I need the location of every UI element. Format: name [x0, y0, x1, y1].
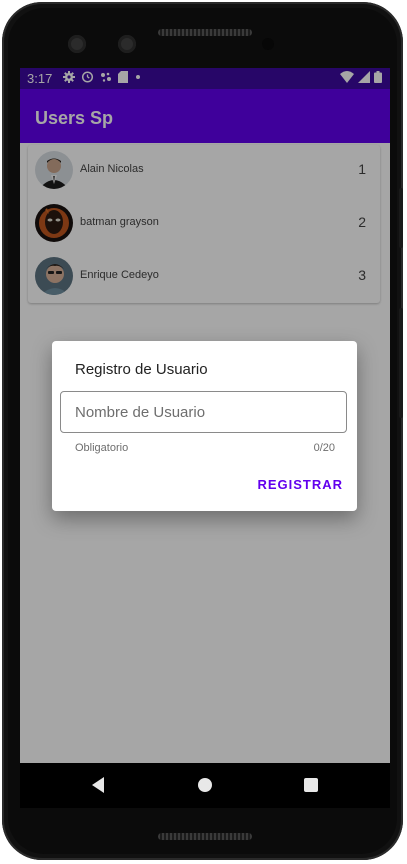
- dialog-title: Registro de Usuario: [75, 361, 208, 378]
- front-camera-icon: [68, 35, 86, 53]
- phone-frame: 3:17 Users Sp Alain Nicolas 1 batman gra…: [2, 2, 403, 860]
- front-camera-icon: [118, 35, 136, 53]
- bottom-speaker: [158, 833, 252, 840]
- screen: 3:17 Users Sp Alain Nicolas 1 batman gra…: [20, 68, 390, 808]
- character-counter: 0/20: [313, 442, 335, 454]
- register-dialog: Registro de Usuario Nombre de Usuario Ob…: [52, 341, 357, 511]
- proximity-sensor: [262, 38, 274, 50]
- register-button[interactable]: REGISTRAR: [257, 477, 343, 492]
- helper-text: Obligatorio: [75, 442, 129, 454]
- volume-button: [399, 188, 403, 248]
- home-icon[interactable]: [198, 778, 212, 792]
- recents-icon[interactable]: [304, 778, 318, 792]
- back-icon[interactable]: [92, 777, 104, 793]
- earpiece-speaker: [158, 29, 252, 36]
- navigation-bar: [20, 763, 390, 808]
- username-input[interactable]: Nombre de Usuario: [60, 391, 347, 433]
- power-button: [399, 308, 403, 418]
- username-placeholder: Nombre de Usuario: [75, 404, 206, 421]
